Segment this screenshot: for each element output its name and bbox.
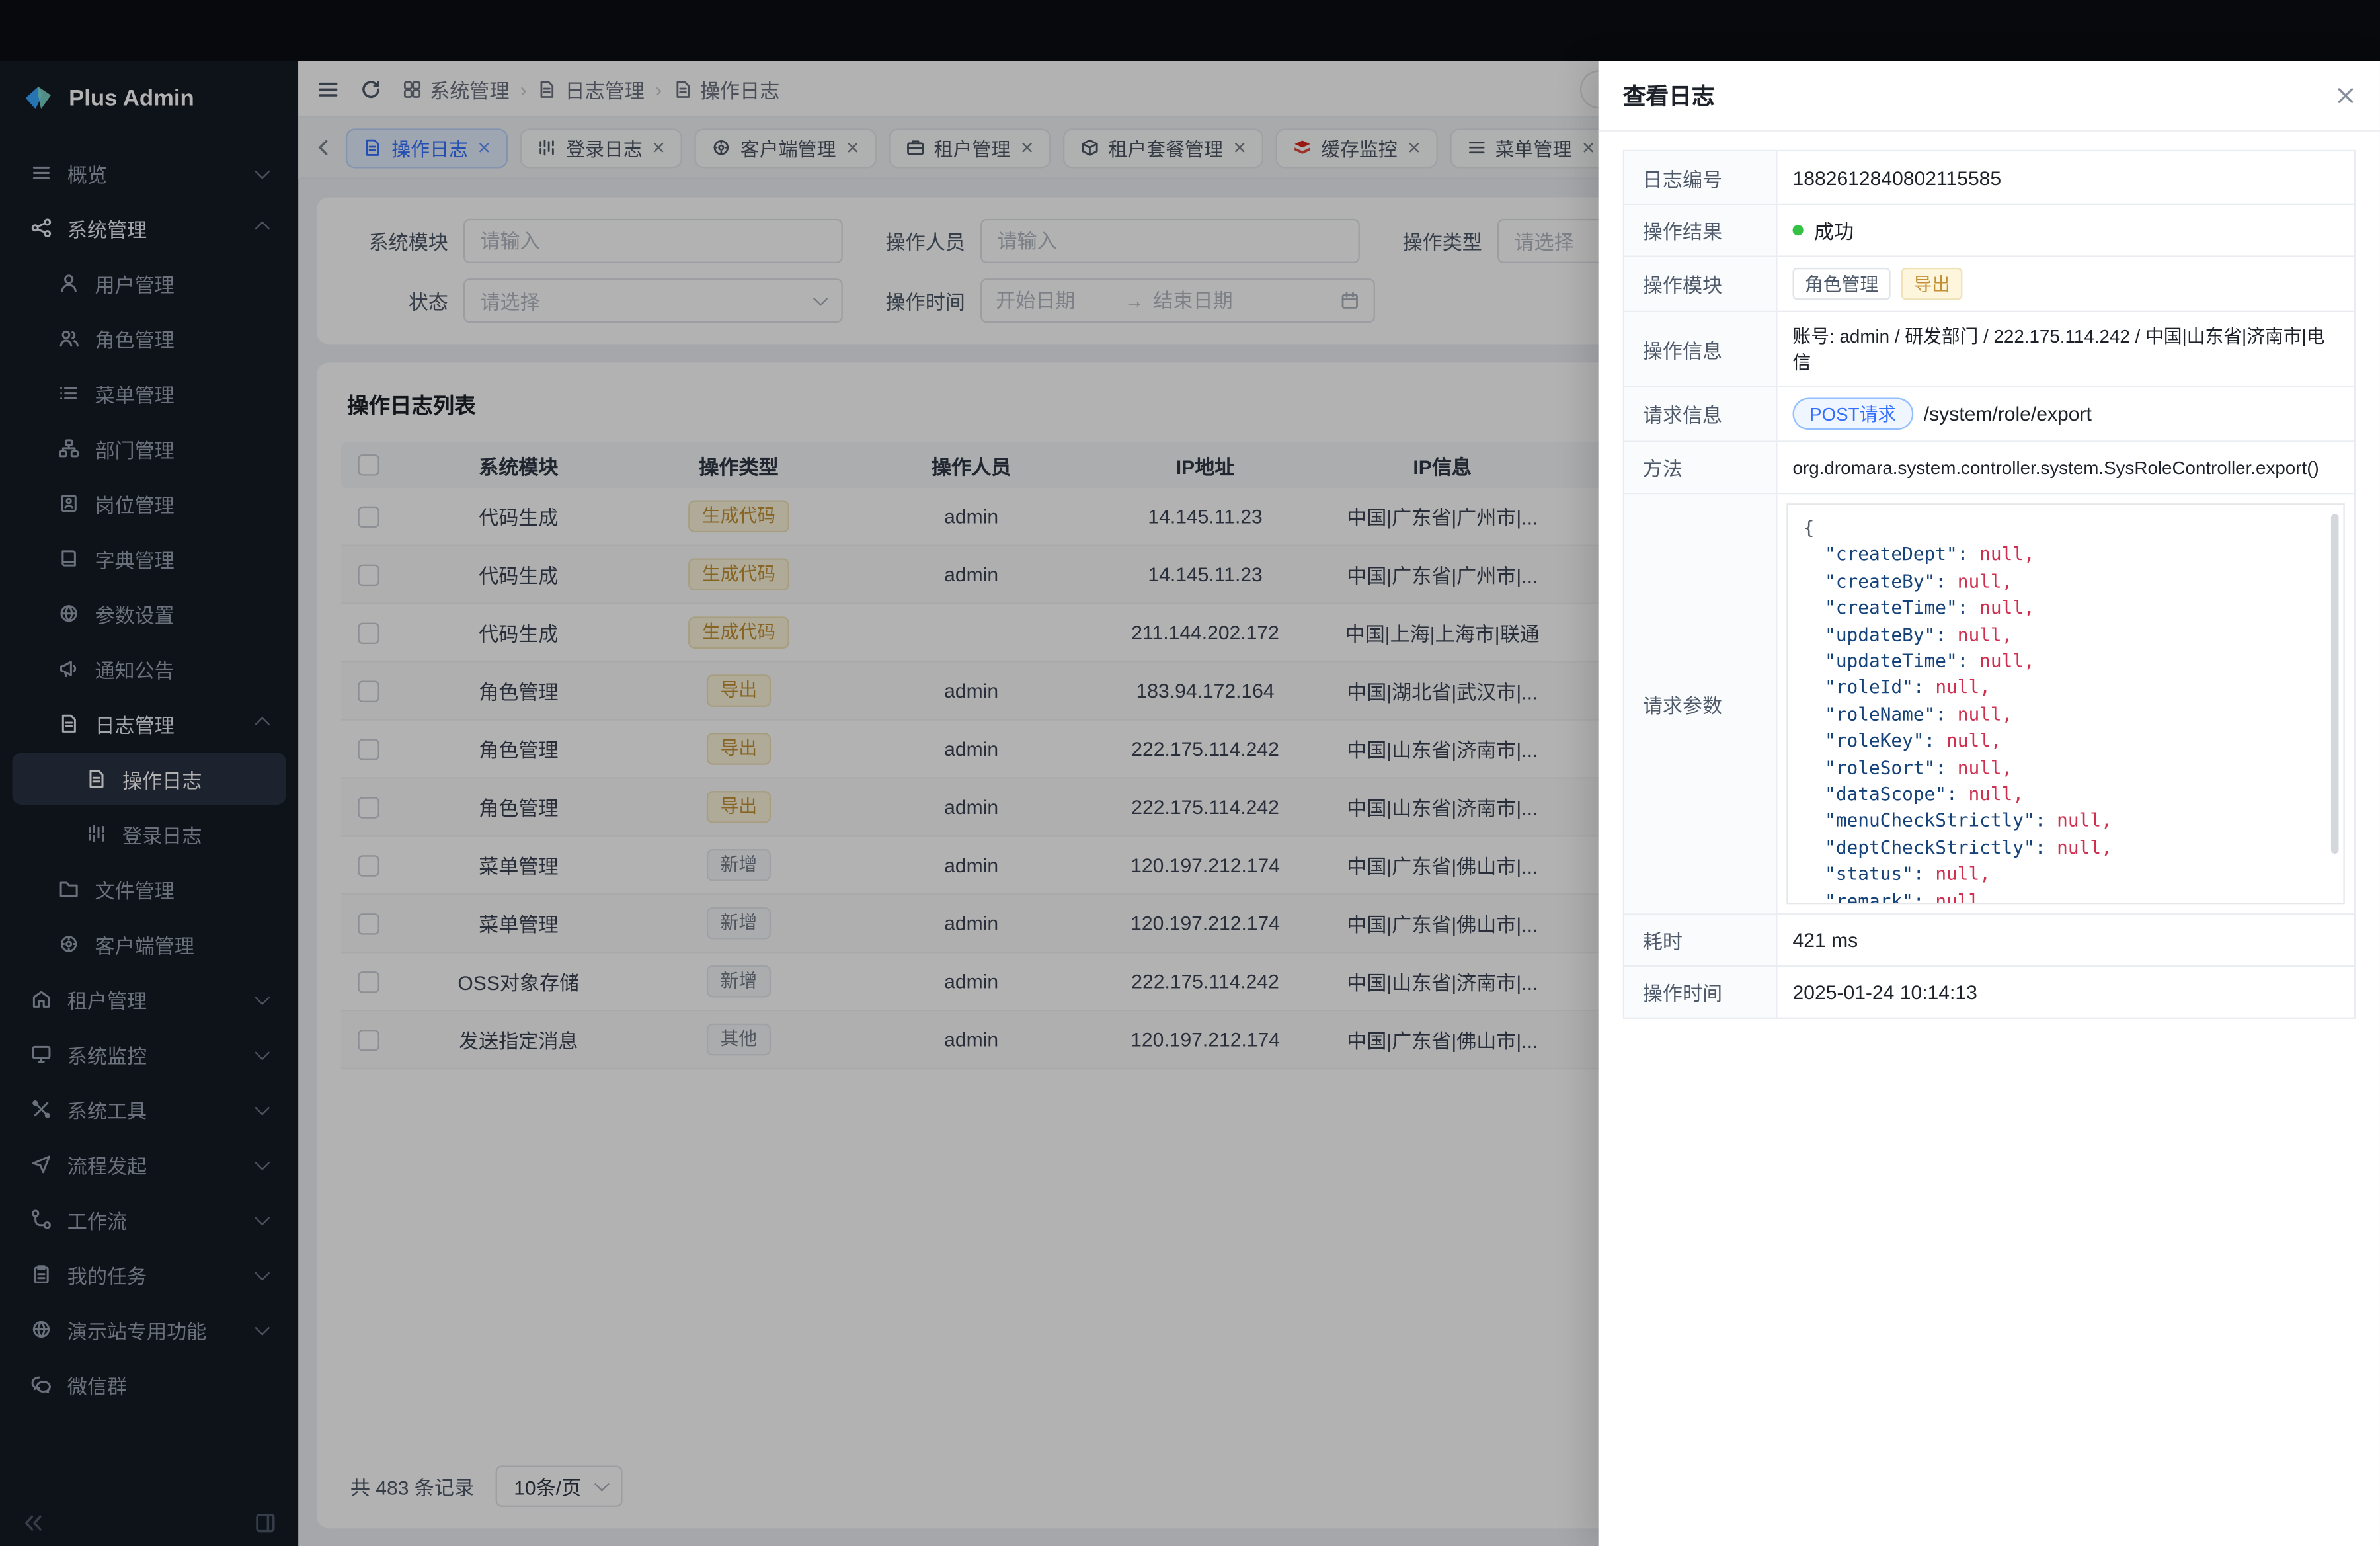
detail-row-module: 操作模块 角色管理 导出 (1624, 255, 2354, 310)
code-key: "updateTime": (1825, 650, 1968, 671)
request-params-code-block[interactable]: { "createDept": null, "createBy": null, … (1786, 503, 2344, 904)
success-status-dot (1793, 225, 1804, 235)
code-value: null, (1968, 784, 2024, 805)
drawer-title: 查看日志 (1623, 79, 1715, 112)
code-key: "dataScope": (1825, 784, 1958, 805)
drawer-body: 日志编号 1882612840802115585 操作结果 成功 操作模块 角色… (1599, 132, 2380, 1037)
code-key: "roleSort": (1825, 756, 1946, 778)
detail-label: 方法 (1624, 442, 1777, 493)
code-value: null, (1958, 704, 2013, 725)
code-value: null, (1958, 571, 2013, 592)
code-key: "createBy": (1825, 571, 1946, 592)
detail-row-method: 方法 org.dromara.system.controller.system.… (1624, 440, 2354, 493)
close-drawer-button[interactable] (2336, 86, 2356, 106)
detail-row-log-id: 日志编号 1882612840802115585 (1624, 151, 2354, 204)
detail-row-params: 请求参数 { "createDept": null, "createBy": n… (1624, 493, 2354, 913)
export-tag: 导出 (1901, 268, 1963, 300)
code-value: null, (1979, 544, 2035, 565)
code-value: null, (1935, 677, 1991, 698)
detail-label: 操作模块 (1624, 257, 1777, 311)
request-url: /system/role/export (1924, 402, 2092, 425)
detail-label: 操作结果 (1624, 205, 1777, 255)
operation-info-value: 账号: admin / 研发部门 / 222.175.114.242 / 中国|… (1777, 312, 2354, 386)
method-value: org.dromara.system.controller.system.Sys… (1777, 442, 2354, 493)
code-key: "roleName": (1825, 704, 1946, 725)
code-value: null, (1958, 624, 2013, 645)
code-key: "status": (1825, 864, 1924, 885)
detail-label: 操作时间 (1624, 967, 1777, 1017)
view-log-drawer: 查看日志 日志编号 1882612840802115585 操作结果 成功 (1599, 61, 2380, 1546)
drawer-header: 查看日志 (1599, 61, 2380, 132)
code-value: null, (2057, 836, 2112, 858)
detail-label: 耗时 (1624, 915, 1777, 965)
detail-row-duration: 耗时 421 ms (1624, 913, 2354, 965)
code-key: "roleKey": (1825, 730, 1935, 751)
code-token: { (1804, 517, 1815, 538)
code-key: "deptCheckStrictly": (1825, 836, 2045, 858)
module-tag: 角色管理 (1793, 268, 1891, 300)
code-key: "remark": (1825, 890, 1924, 905)
operation-time-value: 2025-01-24 10:14:13 (1777, 967, 2354, 1017)
detail-label: 请求参数 (1624, 494, 1777, 913)
code-value: null, (2057, 810, 2112, 831)
code-key: "menuCheckStrictly": (1825, 810, 2045, 831)
detail-label: 操作信息 (1624, 312, 1777, 386)
code-key: "createDept": (1825, 544, 1968, 565)
code-value: null, (1946, 730, 2002, 751)
log-detail-table: 日志编号 1882612840802115585 操作结果 成功 操作模块 角色… (1623, 150, 2356, 1019)
detail-label: 日志编号 (1624, 151, 1777, 204)
code-value: null, (1979, 650, 2035, 671)
detail-row-result: 操作结果 成功 (1624, 204, 2354, 256)
detail-row-time: 操作时间 2025-01-24 10:14:13 (1624, 965, 2354, 1018)
duration-value: 421 ms (1777, 915, 2354, 965)
log-id-value: 1882612840802115585 (1777, 151, 2354, 204)
detail-row-request: 请求信息 POST请求 /system/role/export (1624, 386, 2354, 440)
code-key: "roleId": (1825, 677, 1924, 698)
detail-row-info: 操作信息 账号: admin / 研发部门 / 222.175.114.242 … (1624, 311, 2354, 386)
result-value: 成功 (1814, 216, 1854, 245)
code-value: null, (1958, 756, 2013, 778)
code-key: "updateBy": (1825, 624, 1946, 645)
code-value: null, (1979, 597, 2035, 618)
post-method-tag: POST请求 (1793, 398, 1913, 430)
code-value: null, (1935, 890, 1991, 905)
detail-label: 请求信息 (1624, 387, 1777, 440)
code-key: "createTime": (1825, 597, 1968, 618)
stage: Plus Admin 概览 系统管理 用户管理 (0, 0, 2380, 1546)
code-scrollbar[interactable] (2331, 514, 2339, 854)
code-value: null, (1935, 864, 1991, 885)
